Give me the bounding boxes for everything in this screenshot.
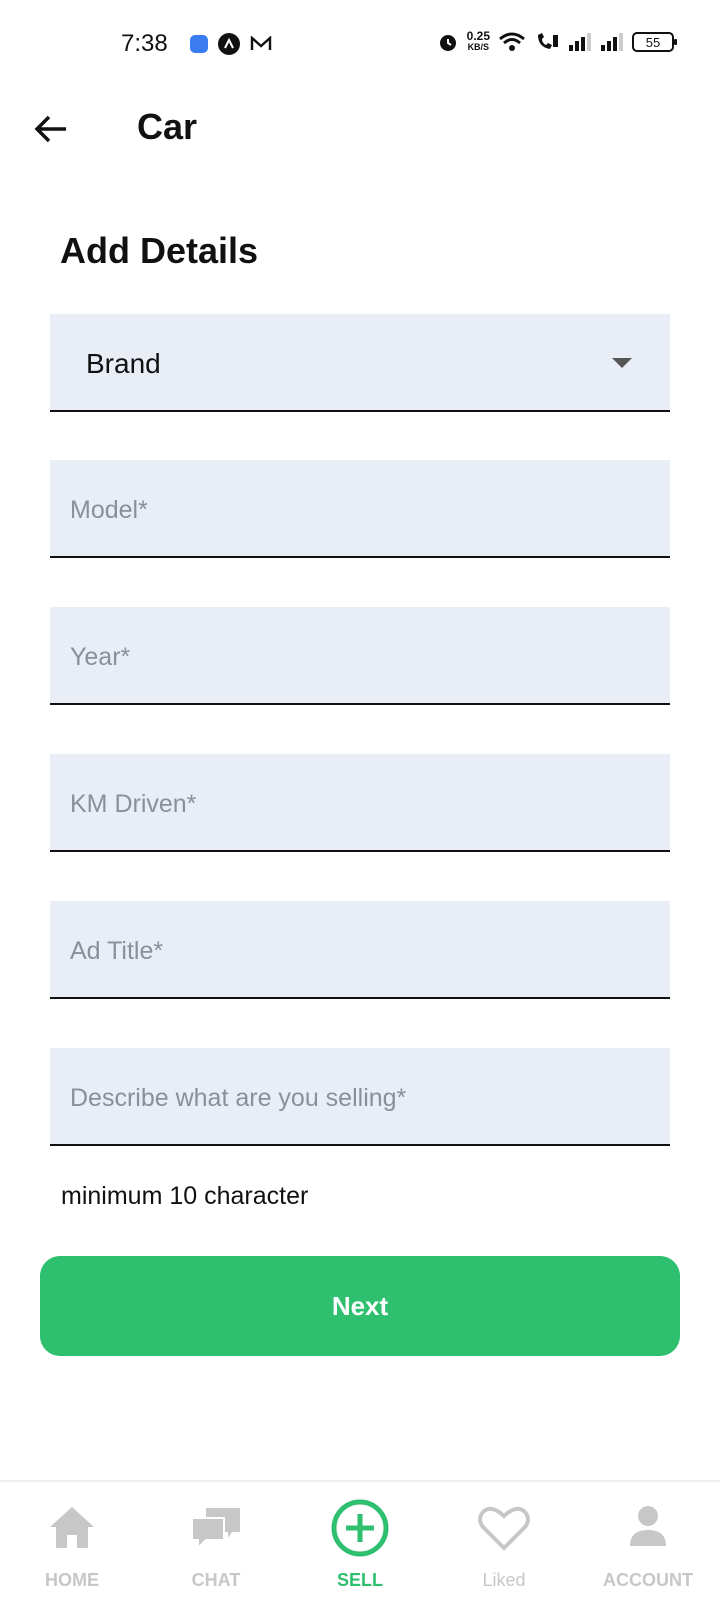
nav-chat[interactable]: CHAT	[144, 1482, 288, 1600]
app-bar: Car	[0, 92, 720, 166]
battery-level: 55	[645, 34, 661, 50]
signal-2-icon	[601, 33, 623, 51]
bottom-navigation: HOME CHAT SELL Liked ACCOUNT	[0, 1480, 720, 1600]
network-speed-unit: KB/S	[467, 42, 490, 52]
year-field[interactable]: Year*	[50, 607, 670, 705]
nav-liked-label: Liked	[482, 1570, 526, 1590]
description-field[interactable]: Describe what are you selling*	[50, 1048, 670, 1146]
model-field[interactable]: Model*	[50, 460, 670, 558]
ad-title-field[interactable]: Ad Title*	[50, 901, 670, 999]
add-circle-icon	[331, 1499, 389, 1557]
signal-1-icon	[569, 33, 591, 51]
arrow-app-icon	[218, 33, 240, 55]
heart-icon	[478, 1506, 530, 1551]
network-speed-value: 0.25	[466, 29, 490, 43]
km-driven-placeholder: KM Driven*	[70, 790, 197, 818]
notification-icons	[190, 33, 272, 55]
status-bar: 7:38 0.25 KB/S 55	[0, 0, 720, 92]
status-right: 0.25 KB/S 55	[437, 29, 677, 53]
description-placeholder: Describe what are you selling*	[70, 1084, 407, 1112]
person-icon	[630, 1506, 666, 1546]
nav-account-label: ACCOUNT	[603, 1570, 693, 1590]
back-button[interactable]	[28, 106, 74, 152]
brand-dropdown-value: Brand	[86, 348, 161, 379]
alarm-icon	[439, 35, 456, 51]
chat-icon	[191, 1508, 240, 1551]
nav-sell-label: SELL	[336, 1570, 383, 1590]
brand-dropdown[interactable]: Brand	[50, 314, 670, 412]
nav-liked[interactable]: Liked	[432, 1482, 576, 1600]
volte-call-icon	[538, 33, 558, 49]
home-icon	[50, 1507, 94, 1548]
caret-down-icon	[612, 358, 632, 368]
wifi-icon	[499, 32, 525, 51]
nav-home-label: HOME	[45, 1570, 99, 1590]
page-title: Car	[137, 106, 198, 147]
status-time: 7:38	[121, 30, 168, 57]
nav-chat-label: CHAT	[191, 1570, 241, 1590]
app-notification-icon	[190, 35, 208, 53]
nav-home[interactable]: HOME	[0, 1482, 144, 1600]
nav-sell[interactable]: SELL	[288, 1482, 432, 1600]
description-helper-text: minimum 10 character	[61, 1182, 309, 1210]
next-button[interactable]: Next	[40, 1256, 680, 1356]
arrow-left-icon	[34, 115, 66, 143]
mail-icon	[250, 33, 272, 55]
km-driven-field[interactable]: KM Driven*	[50, 754, 670, 852]
section-heading: Add Details	[60, 230, 259, 271]
ad-title-placeholder: Ad Title*	[70, 937, 164, 965]
year-placeholder: Year*	[70, 643, 131, 671]
battery-icon: 55	[632, 32, 677, 52]
network-speed: 0.25 KB/S	[466, 29, 490, 53]
model-placeholder: Model*	[70, 496, 148, 524]
nav-account[interactable]: ACCOUNT	[576, 1482, 720, 1600]
